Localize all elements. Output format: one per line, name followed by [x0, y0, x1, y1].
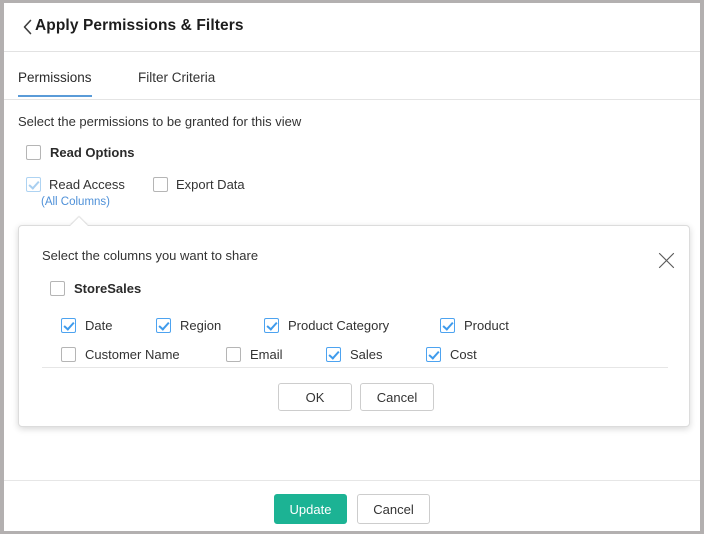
tab-permissions-label: Permissions	[18, 70, 92, 85]
label-column-customer-name[interactable]: Customer Name	[85, 347, 180, 362]
label-column-email[interactable]: Email	[250, 347, 283, 362]
checkbox-column-email[interactable]	[226, 347, 241, 362]
dialog-title: Select the columns you want to share	[42, 248, 259, 263]
window-titlebar: Apply Permissions & Filters	[4, 3, 700, 52]
chevron-left-icon[interactable]	[18, 18, 36, 36]
page-title: Apply Permissions & Filters	[35, 17, 244, 34]
label-column-product-category[interactable]: Product Category	[288, 318, 389, 333]
checkbox-column-product-category[interactable]	[264, 318, 279, 333]
update-button[interactable]: Update	[274, 494, 347, 524]
label-storesales-table[interactable]: StoreSales	[74, 281, 141, 296]
label-read-options[interactable]: Read Options	[50, 145, 135, 160]
all-columns-link[interactable]: (All Columns)	[41, 196, 110, 208]
tab-permissions[interactable]: Permissions	[18, 70, 92, 97]
tab-bar: Permissions Filter Criteria	[4, 52, 700, 100]
label-export-data[interactable]: Export Data	[176, 177, 245, 192]
dialog-divider	[42, 367, 668, 368]
checkbox-column-customer-name[interactable]	[61, 347, 76, 362]
column-selection-dialog: Select the columns you want to share Sto…	[18, 217, 690, 427]
checkbox-read-access[interactable]	[26, 177, 41, 192]
checkbox-column-date[interactable]	[61, 318, 76, 333]
checkbox-column-product[interactable]	[440, 318, 455, 333]
label-read-access[interactable]: Read Access	[49, 177, 125, 192]
label-column-sales[interactable]: Sales	[350, 347, 383, 362]
tab-filter-criteria[interactable]: Filter Criteria	[138, 70, 215, 97]
checkbox-column-region[interactable]	[156, 318, 171, 333]
footer-cancel-button[interactable]: Cancel	[357, 494, 430, 524]
permissions-window: Apply Permissions & Filters Permissions …	[4, 3, 700, 531]
tab-filter-criteria-label: Filter Criteria	[138, 70, 216, 85]
tab-active-indicator	[18, 95, 92, 97]
label-column-cost[interactable]: Cost	[450, 347, 477, 362]
label-column-product[interactable]: Product	[464, 318, 509, 333]
checkbox-read-options[interactable]	[26, 145, 41, 160]
checkbox-export-data[interactable]	[153, 177, 168, 192]
ok-button[interactable]: OK	[278, 383, 352, 411]
checkbox-column-sales[interactable]	[326, 347, 341, 362]
checkbox-storesales-table[interactable]	[50, 281, 65, 296]
dialog-cancel-button[interactable]: Cancel	[360, 383, 434, 411]
dialog-pointer-arrow	[70, 217, 88, 226]
footer-bar: Update Cancel	[4, 480, 700, 531]
checkbox-column-cost[interactable]	[426, 347, 441, 362]
permissions-intro-text: Select the permissions to be granted for…	[18, 114, 302, 129]
label-column-date[interactable]: Date	[85, 318, 112, 333]
close-icon[interactable]	[653, 247, 679, 273]
label-column-region[interactable]: Region	[180, 318, 221, 333]
